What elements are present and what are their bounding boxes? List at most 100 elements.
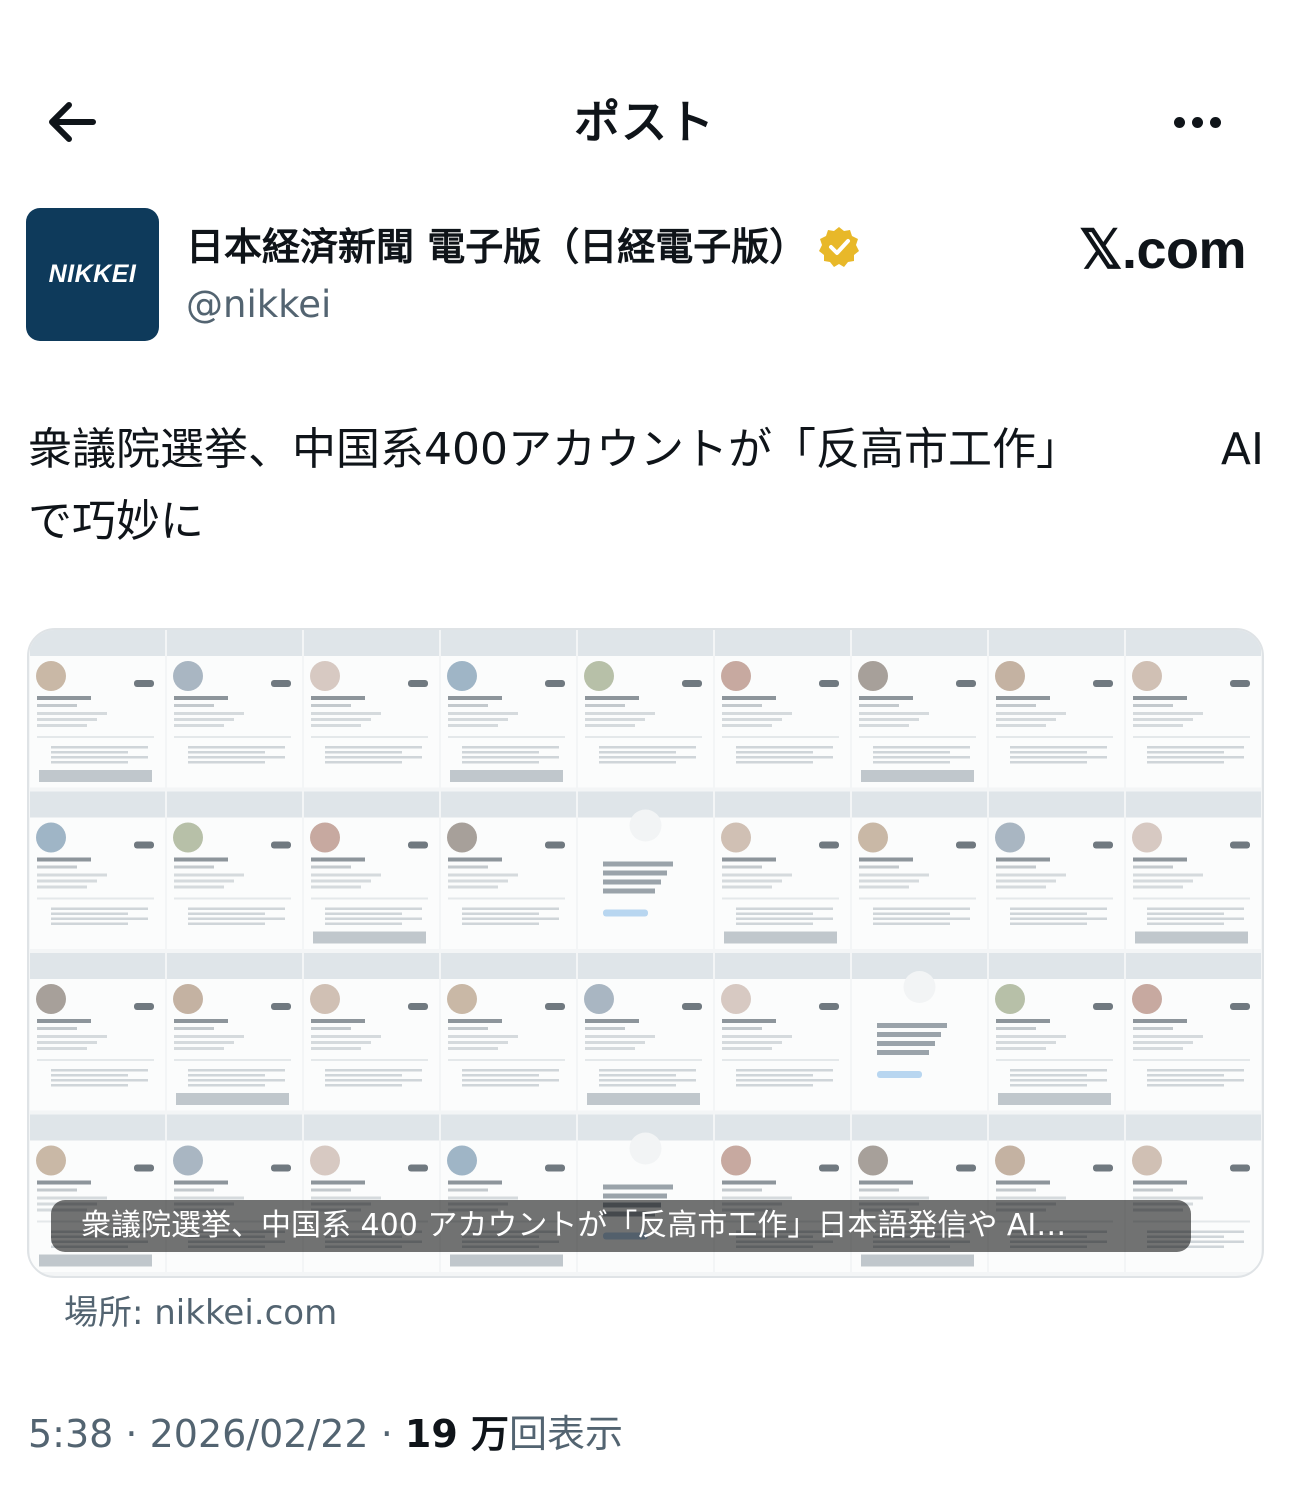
tile-media-strip [861, 1254, 974, 1267]
tile-handle-line [996, 1188, 1036, 1192]
tile-banner [441, 953, 576, 979]
tile-post-line [1147, 907, 1244, 910]
more-horizontal-icon [1173, 116, 1185, 128]
tile-post-line [1147, 751, 1224, 754]
tile-post-line [599, 746, 696, 749]
tile-post-line [736, 1079, 833, 1082]
tile-caution-line [877, 1023, 947, 1028]
tile-post-line [188, 1074, 265, 1077]
tile-tabs-line [1133, 736, 1250, 738]
tile-handle-line [174, 704, 214, 707]
tile-avatar [858, 822, 888, 853]
post-time[interactable]: 5:38 [28, 1412, 113, 1456]
tile-media-strip [1135, 931, 1248, 944]
tile-bio-line [722, 718, 782, 721]
tile-follow-button [1230, 1164, 1250, 1172]
tile-avatar [310, 1145, 340, 1176]
tile-tabs-line [174, 1059, 291, 1061]
tile-handle-line [448, 865, 488, 869]
tile-post-line [462, 907, 559, 910]
tile-bio-line [722, 1047, 772, 1050]
tile-name-line [859, 857, 913, 862]
tile-post-line [188, 912, 265, 915]
tile-name-line [448, 1019, 502, 1023]
link-source[interactable]: 場所: nikkei.com [64, 1290, 337, 1336]
tile-follow-button [545, 680, 565, 687]
tile-tabs-line [174, 736, 291, 738]
tile-bio-line [311, 873, 381, 877]
tile-bio-line [174, 885, 224, 889]
tile-post-line [462, 746, 559, 749]
tile-banner [167, 791, 302, 818]
more-dot [1209, 116, 1221, 128]
tile-follow-button [1230, 841, 1250, 849]
tile-bio-line [996, 724, 1046, 727]
tile-post-line [1010, 746, 1107, 749]
more-options-button[interactable] [1157, 92, 1237, 152]
tile-post-line [462, 912, 539, 915]
tile-tabs-line [996, 897, 1113, 900]
tile-post-line [51, 746, 148, 749]
tile-follow-button [1230, 680, 1250, 687]
avatar[interactable]: NIKKEI [26, 208, 159, 341]
tile-bio-line [37, 885, 87, 889]
tile-media-strip [998, 1093, 1111, 1105]
tile-name-line [37, 857, 91, 862]
tile-banner [989, 953, 1124, 979]
tile-bio-line [37, 724, 87, 727]
tile-bio-line [585, 718, 645, 721]
tile-follow-button [408, 1164, 428, 1172]
tile-handle-line [1133, 865, 1173, 869]
tile-bio-line [37, 718, 97, 721]
tile-handle-line [996, 865, 1036, 869]
tile-name-line [1133, 1019, 1187, 1023]
post-date[interactable]: 2026/02/22 [150, 1412, 369, 1456]
tile-banner [167, 630, 302, 656]
tile-post-line [462, 761, 539, 764]
tile-bio-line [859, 879, 919, 883]
tile-bio-line [448, 712, 518, 715]
author-handle[interactable]: @nikkei [186, 280, 331, 330]
tile-bio-line [448, 718, 508, 721]
tile-caution-line [603, 870, 667, 876]
tile-bio-line [311, 724, 361, 727]
tile-post-line [325, 751, 402, 754]
tile-bio-line [448, 1041, 508, 1044]
tile-avatar [310, 822, 340, 853]
tile-bio-line [996, 1035, 1066, 1038]
card-caption: 衆議院選挙、中国系 400 アカウントが「反高市工作」日本語発信や AI… [51, 1200, 1191, 1252]
tile-tabs-line [37, 897, 154, 900]
tile-follow-button [1093, 841, 1113, 849]
tile-bio-line [859, 724, 909, 727]
tile-name-line [722, 696, 776, 700]
tile-handle-line [859, 865, 899, 869]
tile-avatar [721, 1145, 751, 1176]
tile-post-line [325, 1069, 422, 1072]
tile-bio-line [585, 1041, 645, 1044]
tile-handle-line [585, 1027, 625, 1030]
tile-name-line [311, 1180, 365, 1185]
tile-follow-button [682, 680, 702, 687]
tile-handle-line [37, 704, 77, 707]
tile-post-line [599, 1084, 676, 1087]
tile-name-line [174, 857, 228, 862]
tile-handle-line [311, 1188, 351, 1192]
tile-tabs-line [448, 736, 565, 738]
tile-bio-line [311, 1041, 371, 1044]
link-preview-card[interactable]: 衆議院選挙、中国系 400 アカウントが「反高市工作」日本語発信や AI… [27, 628, 1264, 1278]
tile-banner [30, 1114, 165, 1141]
tile-banner [441, 1114, 576, 1141]
author-name[interactable]: 日本経済新聞 電子版（日経電子版） [186, 222, 807, 272]
tile-follow-button [819, 1164, 839, 1172]
tile-handle-line [722, 1027, 762, 1030]
tile-name-line [311, 696, 365, 700]
tile-post-line [51, 761, 128, 764]
tile-bio-line [1133, 712, 1203, 715]
tile-post-line [736, 917, 833, 920]
tile-banner [304, 1114, 439, 1141]
tile-bio-line [311, 885, 361, 889]
tile-bio-line [448, 879, 508, 883]
tile-banner [852, 791, 987, 818]
tile-banner [30, 953, 165, 979]
tile-bio-line [585, 1035, 655, 1038]
